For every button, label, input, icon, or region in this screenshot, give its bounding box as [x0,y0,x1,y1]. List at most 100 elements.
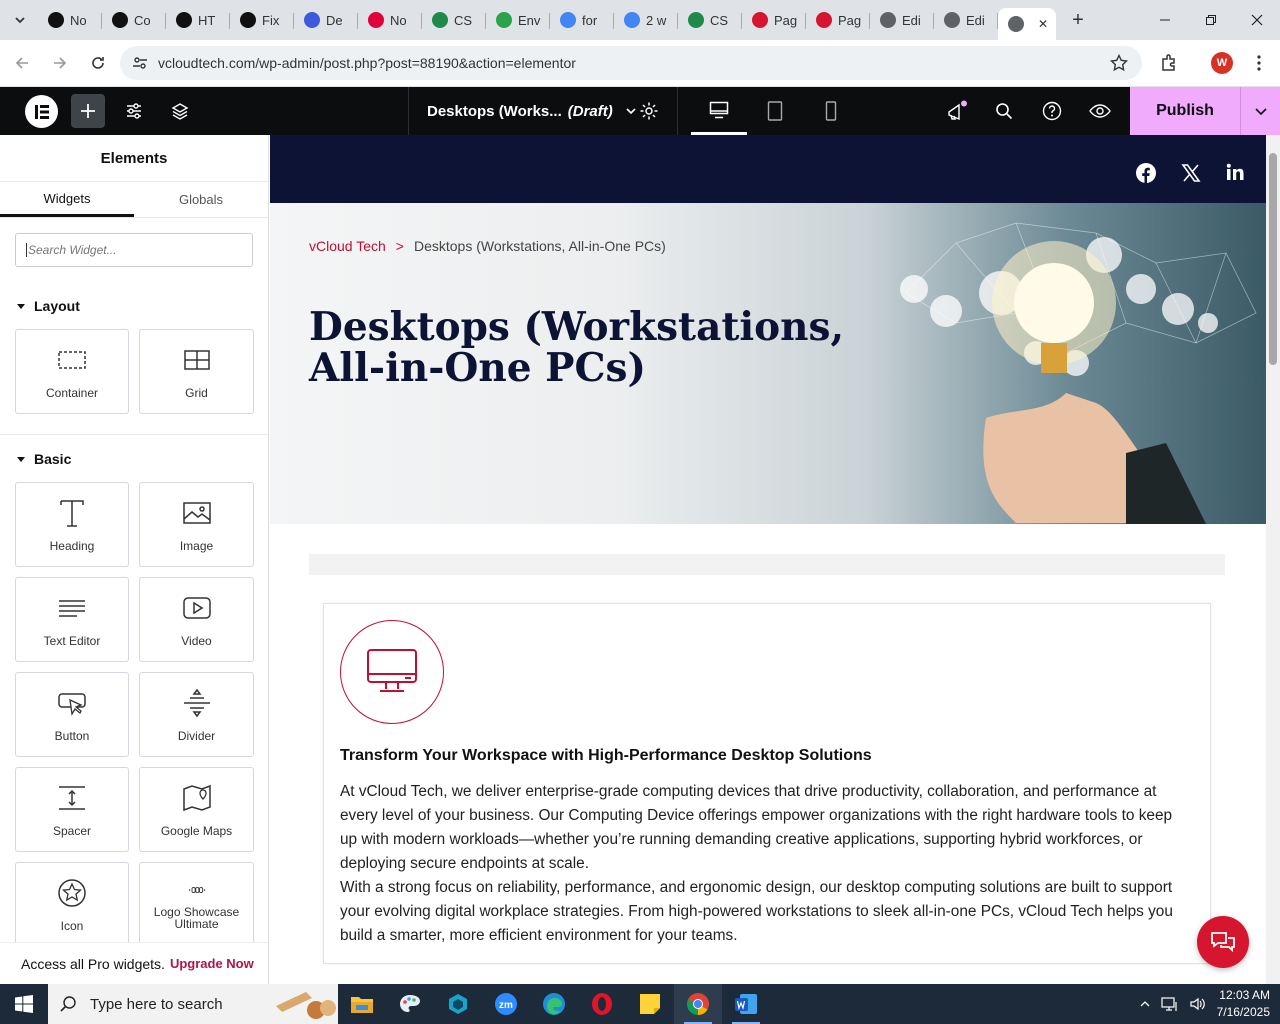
taskbar-word[interactable] [722,984,770,1024]
kebab-menu-icon[interactable] [1256,54,1262,72]
finder-button[interactable] [992,99,1016,123]
widget-google-maps[interactable]: Google Maps [139,767,254,852]
page-settings-button[interactable] [637,99,661,123]
chevron-up-icon[interactable] [1139,998,1151,1010]
widget-logo-showcase[interactable]: Logo Showcase Ultimate [139,862,254,947]
browser-tab[interactable]: No [38,4,102,36]
widget-button[interactable]: Button [15,672,129,757]
widget-spacer[interactable]: Spacer [15,767,129,852]
widget-icon[interactable]: Icon [15,862,129,947]
help-button[interactable] [1040,99,1064,123]
publish-options-button[interactable] [1240,87,1280,135]
tablet-view-button[interactable] [747,87,803,135]
volume-icon[interactable] [1189,996,1207,1012]
pagespeed-icon [752,12,768,28]
mobile-view-button[interactable] [803,87,859,135]
taskbar-chrome[interactable] [674,984,722,1024]
publish-button[interactable]: Publish [1130,87,1240,135]
browser-tab[interactable]: No [358,4,422,36]
browser-tab[interactable]: Fix [230,4,294,36]
browser-tab-active[interactable]: ✕ [998,8,1056,40]
breadcrumb-home-link[interactable]: vCloud Tech [309,238,386,254]
browser-tab[interactable]: for [550,4,614,36]
profile-avatar[interactable]: W [1211,52,1233,74]
facebook-icon[interactable] [1136,163,1156,183]
forward-button[interactable] [42,45,78,81]
browser-tab[interactable]: Co [102,4,166,36]
logo-showcase-icon [188,886,205,893]
close-tab-icon[interactable]: ✕ [1038,17,1048,31]
widget-text-editor[interactable]: Text Editor [15,577,129,662]
upgrade-link[interactable]: Upgrade Now [170,956,254,971]
browser-tab[interactable]: HT [166,4,230,36]
chat-button[interactable] [1197,916,1249,968]
browser-tab[interactable]: De [294,4,358,36]
network-icon[interactable] [1161,996,1179,1012]
widget-video[interactable]: Video [139,577,254,662]
extensions-icon[interactable] [1159,53,1179,73]
browser-tab[interactable]: 2 w [614,4,678,36]
browser-tab[interactable]: Pag [742,4,806,36]
category-basic[interactable]: Basic [0,451,268,467]
new-tab-button[interactable]: + [1064,6,1092,34]
taskbar-app-paint[interactable] [386,984,434,1024]
widget-label: Image [179,538,214,553]
taskbar-file-explorer[interactable] [338,984,386,1024]
omnibox[interactable]: vcloudtech.com/wp-admin/post.php?post=88… [120,46,1142,80]
search-placeholder: Search Widget... [26,243,117,257]
close-window-button[interactable] [1234,0,1280,40]
browser-tab[interactable]: Edi [934,4,998,36]
content-card[interactable]: Transform Your Workspace with High-Perfo… [323,603,1211,964]
whats-new-button[interactable] [945,99,969,123]
site-settings-button[interactable] [122,99,146,123]
card-text[interactable]: At vCloud Tech, we deliver enterprise-gr… [340,780,1190,948]
browser-tab[interactable]: CS [678,4,742,36]
back-button[interactable] [4,45,40,81]
star-icon[interactable] [1110,54,1128,72]
widget-grid[interactable]: Grid [139,329,254,414]
tab-label: for [582,12,598,28]
browser-tab[interactable]: Edi [870,4,934,36]
widget-search-input[interactable]: Search Widget... [15,233,253,267]
widget-image[interactable]: Image [139,482,254,567]
elementor-logo-button[interactable] [25,95,58,128]
widget-label: Video [181,633,212,648]
widget-container[interactable]: Container [15,329,129,414]
openai-icon [112,12,128,28]
taskbar-app-gem[interactable] [434,984,482,1024]
browser-tab[interactable]: CS [422,4,486,36]
canvas-scrollbar[interactable] [1266,135,1280,984]
google-icon [624,12,640,28]
spacer-section[interactable] [309,554,1225,575]
scrollbar-thumb[interactable] [1269,153,1277,365]
x-twitter-icon[interactable] [1181,163,1201,183]
desktop-view-button[interactable] [691,87,747,135]
restore-button[interactable] [1188,0,1234,40]
widget-heading[interactable]: Heading [15,482,129,567]
browser-tab[interactable]: Pag [806,4,870,36]
tab-globals[interactable]: Globals [134,182,268,217]
tab-search-button[interactable] [6,6,34,34]
taskbar-opera[interactable] [578,984,626,1024]
taskbar-sticky-notes[interactable] [626,984,674,1024]
structure-button[interactable] [168,99,192,123]
preview-button[interactable] [1088,99,1112,123]
start-button[interactable] [0,984,48,1024]
minimize-button[interactable] [1142,0,1188,40]
browser-tab[interactable]: Env [486,4,550,36]
add-element-button[interactable] [71,94,105,128]
restore-icon [1206,15,1216,25]
category-layout[interactable]: Layout [0,298,268,314]
taskbar-edge[interactable] [530,984,578,1024]
url-text: vcloudtech.com/wp-admin/post.php?post=88… [158,55,576,71]
card-heading[interactable]: Transform Your Workspace with High-Perfo… [340,747,872,765]
linkedin-icon[interactable] [1226,163,1244,181]
reload-button[interactable] [80,45,116,81]
widget-divider[interactable]: Divider [139,672,254,757]
tab-widgets[interactable]: Widgets [0,182,134,217]
taskbar-zoom[interactable]: zm [482,984,530,1024]
page-title[interactable]: Desktops (Workstations, All-in-One PCs) [309,307,929,389]
taskbar-search[interactable]: Type here to search [48,984,338,1024]
clock[interactable]: 12:03 AM 7/16/2025 [1217,987,1270,1021]
pro-text: Access all Pro widgets. [21,955,165,972]
